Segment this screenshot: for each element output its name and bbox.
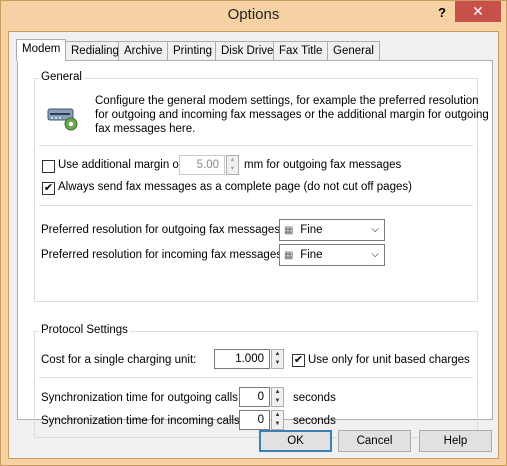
sync-incoming-spinner[interactable]: ▲ ▼ <box>271 410 284 430</box>
protocol-settings-group: Protocol Settings Cost for a single char… <box>34 324 478 438</box>
cost-label: Cost for a single charging unit: <box>41 354 197 366</box>
additional-margin-spinner[interactable]: ▲ ▼ <box>226 155 239 175</box>
title-bar: Options ? ✕ <box>1 1 506 31</box>
sync-outgoing-label: Synchronization time for outgoing calls: <box>41 392 242 404</box>
resolution-outgoing-select[interactable]: ▦ Fine ⌵ <box>279 219 385 241</box>
tab-general[interactable]: General <box>327 41 380 60</box>
chevron-down-icon: ⌵ <box>371 224 379 235</box>
options-window: Options ? ✕ Modem Redialing Archive Prin… <box>0 0 507 466</box>
sync-incoming-input[interactable]: 0 <box>239 410 270 430</box>
resolution-incoming-label: Preferred resolution for incoming fax me… <box>41 249 286 261</box>
general-group: General Configure the general modem sett… <box>34 71 489 302</box>
additional-margin-label: Use additional margin of <box>58 159 183 171</box>
cost-input[interactable]: 1.000 <box>214 349 270 369</box>
fine-resolution-icon: ▦ <box>284 225 294 236</box>
close-button[interactable]: ✕ <box>455 1 501 22</box>
unit-based-checkbox[interactable]: ✔ <box>292 354 305 367</box>
dialog-client: Modem Redialing Archive Printing Disk Dr… <box>8 31 499 459</box>
general-separator-1 <box>39 145 473 146</box>
protocol-settings-label: Protocol Settings <box>39 324 130 336</box>
tab-disk-drive[interactable]: Disk Drive <box>215 41 280 60</box>
additional-margin-unit: mm for outgoing fax messages <box>244 159 402 171</box>
tab-modem[interactable]: Modem <box>16 39 67 61</box>
tab-fax-title[interactable]: Fax Title <box>273 41 329 60</box>
sync-incoming-label: Synchronization time for incoming calls: <box>41 415 243 427</box>
unit-based-label: Use only for unit based charges <box>308 354 470 366</box>
complete-page-label: Always send fax messages as a complete p… <box>58 181 412 193</box>
resolution-incoming-value: Fine <box>300 249 323 261</box>
cancel-button[interactable]: Cancel <box>338 430 411 452</box>
general-separator-2 <box>39 205 473 206</box>
additional-margin-input[interactable]: 5.00 <box>179 155 225 175</box>
general-description-line-3: fax messages here. <box>95 123 196 135</box>
resolution-outgoing-value: Fine <box>300 224 323 236</box>
fine-resolution-icon: ▦ <box>284 250 294 261</box>
additional-margin-checkbox[interactable] <box>42 160 55 173</box>
sync-outgoing-unit: seconds <box>293 392 336 404</box>
help-button[interactable]: Help <box>419 430 492 452</box>
complete-page-checkbox[interactable]: ✔ <box>42 182 55 195</box>
ok-button[interactable]: OK <box>259 430 332 452</box>
general-group-label: General <box>39 71 84 83</box>
cost-spinner[interactable]: ▲ ▼ <box>271 349 284 369</box>
tab-printing[interactable]: Printing <box>167 41 218 60</box>
general-description-line-2: for outgoing and incoming fax messages o… <box>95 109 489 121</box>
modem-settings-icon <box>47 101 79 133</box>
tab-redialing[interactable]: Redialing <box>65 41 125 60</box>
modem-tab-panel: General Configure the general modem sett… <box>17 60 493 438</box>
protocol-separator <box>39 377 473 378</box>
sync-outgoing-input[interactable]: 0 <box>239 387 270 407</box>
resolution-incoming-select[interactable]: ▦ Fine ⌵ <box>279 244 385 266</box>
tab-archive[interactable]: Archive <box>118 41 169 60</box>
resolution-outgoing-label: Preferred resolution for outgoing fax me… <box>41 224 284 236</box>
sync-incoming-unit: seconds <box>293 415 336 427</box>
title-help-button[interactable]: ? <box>429 3 455 23</box>
general-description-line-1: Configure the general modem settings, fo… <box>95 95 479 107</box>
chevron-down-icon: ⌵ <box>371 249 379 260</box>
sync-outgoing-spinner[interactable]: ▲ ▼ <box>271 387 284 407</box>
